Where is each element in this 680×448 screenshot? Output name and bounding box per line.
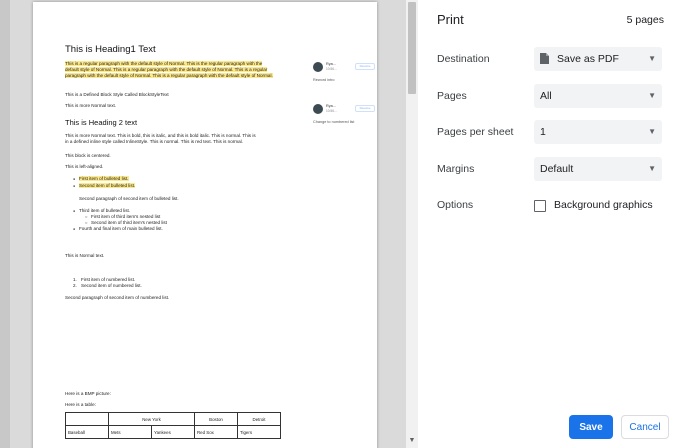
document-icon <box>540 52 549 64</box>
doc-num-marker-2: 2. <box>73 283 77 288</box>
doc-bmp-caption: Here is a BMP picture: <box>65 391 111 396</box>
scroll-down-arrow-icon[interactable]: ▼ <box>408 436 416 446</box>
pages-per-sheet-select[interactable]: 1 ▼ <box>534 120 662 144</box>
pages-per-sheet-label: Pages per sheet <box>437 126 514 138</box>
comment-2-text: Change to numbered list <box>313 120 355 124</box>
chevron-down-icon: ▼ <box>648 54 656 63</box>
margins-label: Margins <box>437 163 475 175</box>
doc-inline-line2: in a defined inline style called InlineS… <box>65 139 243 144</box>
background-graphics-checkbox[interactable] <box>534 200 546 212</box>
chevron-down-icon: ▼ <box>648 164 656 173</box>
print-settings-panel: Print 5 pages Destination Save as PDF ▼ … <box>418 0 680 448</box>
doc-bullet-1: First item of bulleted list. <box>73 176 129 182</box>
doc-normal-text: This is Normal text. <box>65 253 105 258</box>
doc-heading2: This is Heading 2 text <box>65 118 138 127</box>
doc-normal-paragraph: This is a regular paragraph with the def… <box>65 61 273 78</box>
doc-numbered-2-para: Second paragraph of second item of numbe… <box>65 295 170 300</box>
doc-table: New York Boston Detroit Baseball Mets Ya… <box>65 412 281 439</box>
doc-block-style: This is a Defined Block Style Called Blo… <box>65 92 169 97</box>
doc-bullet-2: Second item of bulleted list. <box>73 183 136 189</box>
table-row: Baseball Mets Yankees Red Sox Tigers <box>65 425 281 439</box>
doc-table-caption: Here is a table: <box>65 402 96 407</box>
print-title: Print <box>437 12 464 27</box>
table-row: New York Boston Detroit <box>65 412 281 426</box>
margins-select[interactable]: Default ▼ <box>534 157 662 181</box>
cancel-button[interactable]: Cancel <box>621 415 669 439</box>
chevron-down-icon: ▼ <box>648 127 656 136</box>
preview-page: This is Heading1 Text This is a regular … <box>33 2 377 448</box>
resolve-button: Resolve <box>355 105 375 112</box>
pages-select[interactable]: All ▼ <box>534 84 662 108</box>
doc-numbered-2: Second item of numbered list. <box>81 283 142 288</box>
preview-scrollbar[interactable]: ▼ <box>406 0 418 448</box>
doc-centered: This block is centered. <box>65 153 111 158</box>
avatar <box>313 62 323 72</box>
scrollbar-thumb[interactable] <box>408 2 416 94</box>
print-preview[interactable]: This is Heading1 Text This is a regular … <box>0 0 406 448</box>
comment-2: Rya... 10:56... Resolve <box>313 104 375 118</box>
pages-label: Pages <box>437 90 467 102</box>
comment-1-text: Reword intro <box>313 78 335 82</box>
save-button[interactable]: Save <box>569 415 613 439</box>
destination-select[interactable]: Save as PDF ▼ <box>534 47 662 71</box>
doc-bullet-2-para: Second paragraph of second item of bulle… <box>79 196 179 201</box>
avatar <box>313 104 323 114</box>
page-count: 5 pages <box>626 14 664 26</box>
doc-bullet-4: Fourth and final item of main bulleted l… <box>73 226 163 232</box>
doc-more-normal: This is more Normal text. <box>65 103 117 108</box>
background-graphics-label[interactable]: Background graphics <box>554 199 653 211</box>
doc-left-aligned: This is left-aligned. <box>65 164 104 169</box>
doc-heading1: This is Heading1 Text <box>65 44 156 55</box>
destination-label: Destination <box>437 53 490 65</box>
resolve-button: Resolve <box>355 63 375 70</box>
comment-1: Rya... 10:56... Resolve <box>313 62 375 76</box>
options-label: Options <box>437 199 474 211</box>
editor-background <box>0 0 10 448</box>
chevron-down-icon: ▼ <box>648 91 656 100</box>
